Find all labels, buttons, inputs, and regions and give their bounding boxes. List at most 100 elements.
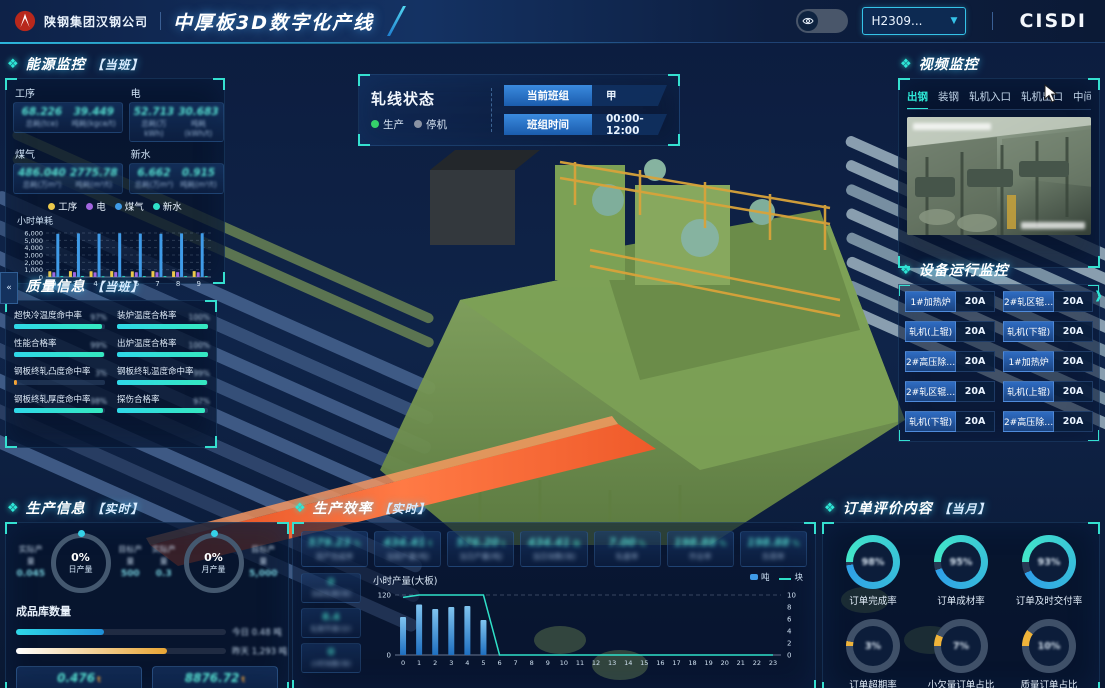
svg-text:4,000: 4,000 bbox=[24, 244, 43, 252]
camera-feed[interactable] bbox=[907, 117, 1091, 235]
equipment-row[interactable]: 轧机(上辊)20A bbox=[1003, 381, 1093, 402]
corner-decoration bbox=[5, 78, 17, 90]
equipment-row[interactable]: 轧机(下辊)20A bbox=[905, 411, 995, 432]
visibility-toggle[interactable] bbox=[796, 9, 848, 33]
equipment-current-value: 20A bbox=[956, 351, 995, 372]
camera-tab-2[interactable]: 轧机入口 bbox=[969, 89, 1011, 104]
equipment-row[interactable]: 1#加热炉20A bbox=[1003, 351, 1093, 372]
corner-decoration bbox=[668, 134, 680, 146]
corner-decoration bbox=[358, 74, 370, 86]
energy-group-card: 486.040总耗(万m³)2775.78吨耗(m³/t) bbox=[13, 163, 123, 194]
hourly-legend-item: 吨 bbox=[750, 571, 770, 583]
inventory-bar-track bbox=[16, 648, 226, 654]
camera-tab-1[interactable]: 装钢 bbox=[938, 89, 959, 104]
equipment-row[interactable]: 1#轧区辊…20A bbox=[905, 441, 995, 442]
svg-text:4: 4 bbox=[465, 659, 469, 667]
order-donut-ring: 10% bbox=[1022, 619, 1076, 673]
left-panel-collapse-handle[interactable]: « bbox=[0, 272, 18, 304]
quality-item: 探伤合格率97% bbox=[117, 393, 208, 413]
quality-progress-track: 99% bbox=[14, 352, 105, 357]
energy-metric-value: 30.683 bbox=[178, 106, 219, 118]
quality-items: 超快冷温度命中率97%装炉温度合格率100%性能合格率99%出炉温度合格率100… bbox=[14, 309, 208, 413]
energy-legend-item: 电 bbox=[86, 199, 106, 213]
efficiency-side-box: 8.4轧制节奏(分) bbox=[301, 608, 361, 638]
gauge-name: 月产量 bbox=[202, 564, 226, 575]
line-status-body: 轧线状态 生产停机 当前班组甲班组时间00:00-12:00 bbox=[358, 74, 680, 146]
equipment-row[interactable]: 轧机(上辊)20A bbox=[905, 321, 995, 342]
efficiency-stat-cards: 579.23 %班产完成率434.41 t当班产量(吨)576.20 t当日产量… bbox=[301, 531, 807, 567]
inventory-boxes: 0.476t成品库8876.72t板坯库 bbox=[16, 666, 278, 688]
camera-tab-0[interactable]: 出钢 bbox=[907, 89, 928, 104]
order-donut-label: 订单完成率 bbox=[849, 593, 897, 607]
gauge-actual-label: 实际产量 bbox=[149, 544, 179, 568]
svg-text:2,000: 2,000 bbox=[24, 259, 43, 267]
energy-metric: 52.713总耗(万kWh) bbox=[134, 106, 175, 138]
dashboard-root: 陕钢集团汉钢公司 中厚板3D数字化产线 H2309... ▼ CISDI bbox=[0, 0, 1105, 688]
energy-group-card: 52.713总耗(万kWh)30.683吨耗(kWh/t) bbox=[129, 102, 224, 142]
efficiency-card: 434.41 块当日块数(块) bbox=[520, 531, 587, 567]
inventory-box-value: 0.476t bbox=[17, 671, 141, 685]
shift-badges: 当前班组甲班组时间00:00-12:00 bbox=[504, 85, 667, 135]
svg-text:6: 6 bbox=[787, 616, 792, 624]
equipment-current-value: 20A bbox=[956, 411, 995, 432]
inventory-bar-label: 今日 0.48 吨 bbox=[232, 626, 282, 638]
energy-metric-value: 52.713 bbox=[134, 106, 175, 118]
equipment-row[interactable]: 2#轧区辊…20A bbox=[1003, 291, 1093, 312]
energy-chart-title: 小时单耗 bbox=[17, 214, 217, 227]
shift-badge: 班组时间00:00-12:00 bbox=[504, 114, 667, 135]
corner-decoration bbox=[292, 522, 304, 534]
order-donut-ring: 95% bbox=[934, 535, 988, 589]
gauge-actual-value: 0.045 bbox=[16, 568, 46, 582]
corner-decoration bbox=[5, 522, 17, 534]
line-selector-dropdown[interactable]: H2309... ▼ bbox=[862, 7, 966, 35]
quality-percent: 99% bbox=[90, 341, 107, 350]
efficiency-card-label: 负荷率 bbox=[743, 551, 804, 562]
corner-decoration bbox=[277, 522, 289, 534]
gauge-ring: 0%月产量 bbox=[184, 533, 244, 593]
right-panel-collapse-handle[interactable]: ❱ bbox=[1092, 282, 1105, 308]
energy-metric-value: 39.449 bbox=[70, 106, 118, 118]
camera-tab-4[interactable]: 中间冷 bbox=[1073, 89, 1091, 104]
equipment-row[interactable]: 1#加热炉20A bbox=[905, 291, 995, 312]
video-monitor-panel: ❖ 视频监控 出钢装钢轧机入口轧机出口中间冷电动辊 bbox=[898, 54, 1100, 268]
equipment-label: 轧机(上辊) bbox=[1003, 381, 1054, 402]
orders-panel-body: 98%订单完成率95%订单成材率93%订单及时交付率3%订单超期率7%小欠量订单… bbox=[822, 522, 1100, 688]
energy-title-text: 能源监控 bbox=[26, 54, 86, 74]
page-title: 中厚板3D数字化产线 bbox=[173, 8, 400, 35]
diamond-icon: ❖ bbox=[294, 501, 307, 516]
corner-decoration bbox=[358, 134, 370, 146]
equipment-row[interactable]: 轧机(上辊)20A bbox=[1003, 441, 1093, 442]
equipment-row[interactable]: 2#高压除…20A bbox=[905, 351, 995, 372]
equipment-row[interactable]: 2#轧区辊…20A bbox=[905, 381, 995, 402]
gauge-actual-label: 实际产量 bbox=[16, 544, 46, 568]
energy-metric-value: 0.915 bbox=[178, 167, 219, 179]
equipment-label: 1#轧区辊… bbox=[905, 441, 956, 442]
quality-title-text: 质量信息 bbox=[26, 276, 86, 296]
corner-decoration bbox=[1088, 78, 1100, 90]
efficiency-card: 434.41 t当班产量(吨) bbox=[374, 531, 441, 567]
svg-text:8: 8 bbox=[530, 659, 534, 667]
quality-percent: 99% bbox=[193, 369, 210, 378]
corner-decoration bbox=[804, 522, 816, 534]
page-title-wrap: 中厚板3D数字化产线 bbox=[173, 0, 400, 42]
efficiency-card: 7.00 %轧废率 bbox=[594, 531, 661, 567]
equipment-current-value: 20A bbox=[956, 291, 995, 312]
order-donut-percent: 95% bbox=[934, 535, 988, 589]
svg-text:2: 2 bbox=[787, 640, 791, 648]
efficiency-card-unit: t bbox=[499, 539, 505, 548]
hourly-output-chart: 0120024681001234567891011121314151617181… bbox=[367, 587, 807, 673]
svg-text:3,000: 3,000 bbox=[24, 252, 43, 260]
equipment-label: 2#高压除… bbox=[1003, 411, 1054, 432]
camera-feed-image bbox=[907, 117, 1091, 235]
equipment-row[interactable]: 轧机(下辊)20A bbox=[1003, 321, 1093, 342]
order-donut-percent: 93% bbox=[1022, 535, 1076, 589]
equipment-row[interactable]: 2#高压除…20A bbox=[1003, 411, 1093, 432]
quality-progress-bar bbox=[14, 408, 103, 413]
gauge-target: 目标产量5,000 bbox=[249, 544, 279, 582]
corner-decoration bbox=[898, 78, 910, 90]
diamond-icon: ❖ bbox=[900, 263, 913, 278]
quality-progress-bar bbox=[14, 352, 104, 357]
corner-decoration bbox=[292, 680, 304, 688]
efficiency-card-unit: t bbox=[426, 539, 432, 548]
equipment-panel-body: 1#加热炉20A2#轧区辊…20A轧机(上辊)20A轧机(下辊)20A2#高压除… bbox=[898, 284, 1100, 442]
